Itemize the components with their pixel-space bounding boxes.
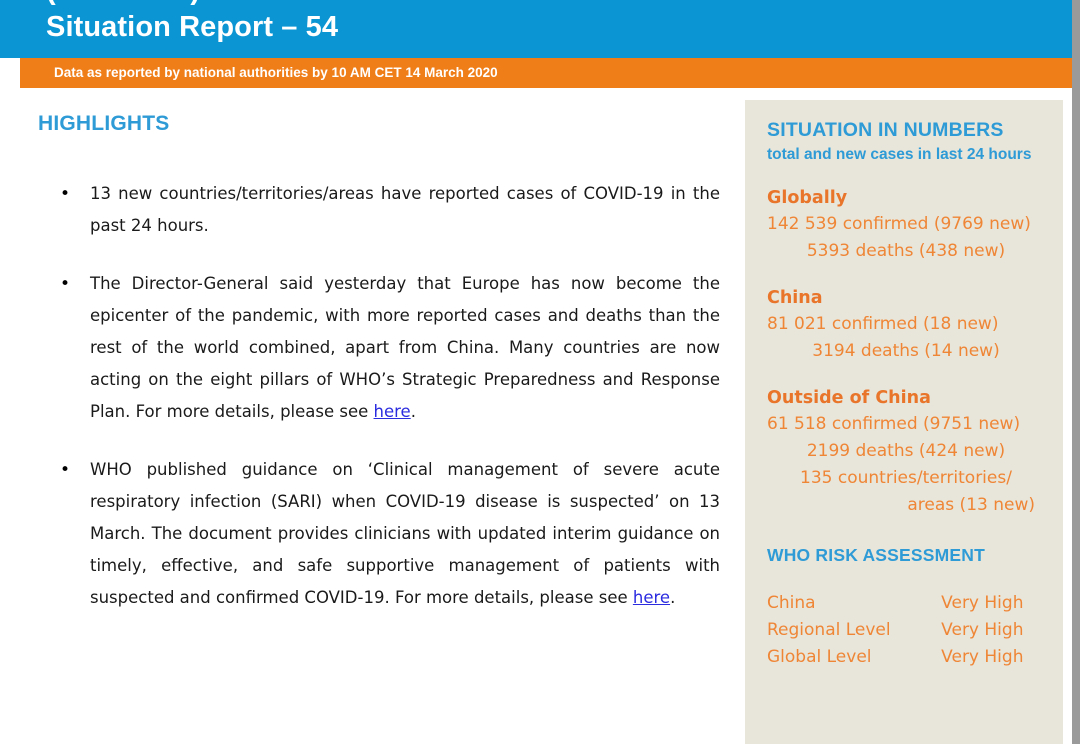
stat-line: 61 518 confirmed (9751 new)	[767, 414, 1021, 434]
bullet-text: WHO published guidance on ‘Clinical mana…	[90, 460, 720, 607]
stats-group-china: China 81 021 confirmed (18 new) 3194 dea…	[767, 285, 1045, 365]
table-row: Global Level Very High	[767, 644, 1045, 671]
here-link[interactable]: here	[374, 402, 411, 421]
who-risk-assessment-table: China Very High Regional Level Very High…	[767, 590, 1045, 671]
bullet-text-tail: .	[670, 588, 676, 607]
risk-level-value: Very High	[941, 620, 1024, 640]
highlights-heading: HIGHLIGHTS	[38, 112, 170, 135]
risk-level-value: Very High	[941, 593, 1024, 613]
risk-scope-label: Global Level	[767, 647, 872, 667]
stats-group-title: Outside of China	[767, 388, 931, 408]
stat-line: 3194 deaths (14 new)	[812, 341, 1000, 361]
report-header-title-clipped: (COVID-19)	[46, 0, 200, 7]
stats-group-title: China	[767, 288, 823, 308]
data-as-reported-bar: Data as reported by national authorities…	[20, 58, 1072, 88]
situation-in-numbers-subheading: total and new cases in last 24 hours	[767, 146, 1032, 163]
report-header-title: Situation Report – 54	[46, 11, 339, 43]
document-page: (COVID-19) Situation Report – 54 Data as…	[0, 0, 1080, 744]
highlights-bullet-list: 13 new countries/territories/areas have …	[20, 178, 730, 614]
situation-in-numbers-heading: SITUATION IN NUMBERS	[767, 119, 1004, 141]
stat-line: 81 021 confirmed (18 new)	[767, 314, 999, 334]
list-item: The Director-General said yesterday that…	[20, 268, 720, 428]
stat-line: 142 539 confirmed (9769 new)	[767, 214, 1031, 234]
data-as-reported-text: Data as reported by national authorities…	[54, 65, 498, 80]
situation-in-numbers-panel: SITUATION IN NUMBERS total and new cases…	[745, 100, 1063, 744]
stat-line: areas (13 new)	[907, 495, 1035, 515]
risk-level-value: Very High	[941, 647, 1024, 667]
list-item: 13 new countries/territories/areas have …	[20, 178, 720, 242]
risk-scope-label: China	[767, 593, 816, 613]
table-row: China Very High	[767, 590, 1045, 617]
bullet-text: The Director-General said yesterday that…	[90, 274, 720, 421]
bullet-text-tail: .	[410, 402, 416, 421]
stat-line: 5393 deaths (438 new)	[806, 241, 1006, 261]
bullet-text: 13 new countries/territories/areas have …	[90, 184, 720, 235]
highlights-column: HIGHLIGHTS 13 new countries/territories/…	[20, 100, 730, 640]
stats-group-outside-of-china: Outside of China 61 518 confirmed (9751 …	[767, 385, 1045, 519]
stat-line: 2199 deaths (424 new)	[806, 441, 1006, 461]
table-row: Regional Level Very High	[767, 617, 1045, 644]
page-right-edge	[1072, 0, 1080, 744]
who-risk-assessment-heading: WHO RISK ASSESSMENT	[767, 545, 986, 565]
stats-group-title: Globally	[767, 188, 848, 208]
stats-group-globally: Globally 142 539 confirmed (9769 new) 53…	[767, 185, 1045, 265]
risk-scope-label: Regional Level	[767, 620, 891, 640]
stat-line: 135 countries/territories/	[800, 468, 1012, 488]
report-header-bar: (COVID-19) Situation Report – 54	[0, 0, 1072, 58]
list-item: WHO published guidance on ‘Clinical mana…	[20, 454, 720, 614]
here-link[interactable]: here	[633, 588, 670, 607]
